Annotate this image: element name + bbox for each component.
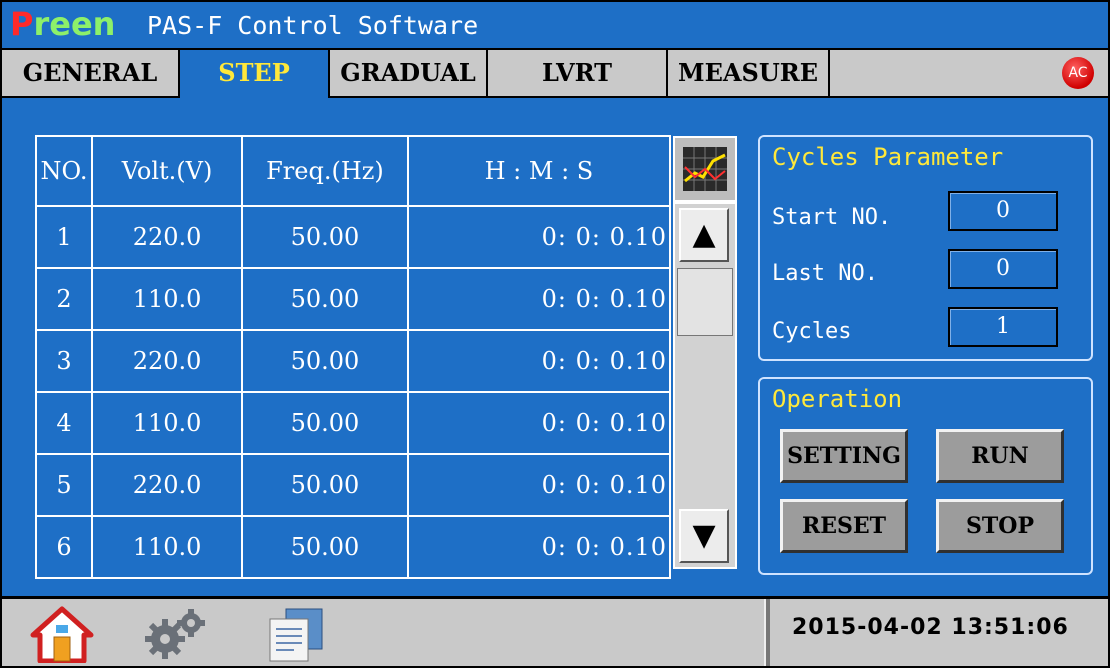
status-divider — [764, 599, 770, 666]
table-row[interactable]: 2 110.0 50.00 0: 0: 0.10 — [35, 267, 672, 331]
scrollbar[interactable]: ▲ ▼ — [673, 202, 737, 569]
step-no: 6 — [35, 515, 93, 579]
tab-measure[interactable]: MEASURE — [668, 50, 830, 96]
operation-panel: Operation SETTING RUN RESET STOP — [758, 377, 1093, 575]
gears-icon[interactable] — [137, 605, 205, 663]
run-button[interactable]: RUN — [936, 429, 1064, 483]
setting-button[interactable]: SETTING — [780, 429, 908, 483]
app-window: Preen PAS-F Control Software GENERAL STE… — [0, 0, 1110, 668]
step-no: 5 — [35, 453, 93, 517]
ac-indicator: AC — [1062, 57, 1094, 89]
frequency-cell[interactable]: 50.00 — [241, 267, 409, 331]
voltage-cell[interactable]: 220.0 — [90, 453, 244, 517]
cycles-field[interactable]: 1 — [948, 307, 1058, 347]
time-cell[interactable]: 0: 0: 0.10 — [406, 391, 672, 455]
home-icon[interactable] — [30, 605, 94, 664]
cycles-label: Cycles — [772, 319, 852, 344]
start-no-label: Start NO. — [772, 205, 892, 230]
table-row[interactable]: 6 110.0 50.00 0: 0: 0.10 — [35, 515, 672, 579]
step-no: 3 — [35, 329, 93, 393]
step-no: 4 — [35, 391, 93, 455]
tab-step[interactable]: STEP — [180, 50, 330, 98]
cycles-parameter-panel: Cycles Parameter Start NO. 0 Last NO. 0 … — [758, 135, 1093, 361]
table-row[interactable]: 5 220.0 50.00 0: 0: 0.10 — [35, 453, 672, 517]
time-cell[interactable]: 0: 0: 0.10 — [406, 329, 672, 393]
tab-general[interactable]: GENERAL — [2, 50, 180, 96]
frequency-cell[interactable]: 50.00 — [241, 329, 409, 393]
voltage-cell[interactable]: 220.0 — [90, 329, 244, 393]
last-no-field[interactable]: 0 — [948, 249, 1058, 289]
voltage-cell[interactable]: 220.0 — [90, 205, 244, 269]
frequency-cell[interactable]: 50.00 — [241, 515, 409, 579]
panel-title: Operation — [772, 385, 903, 413]
frequency-cell[interactable]: 50.00 — [241, 391, 409, 455]
down-arrow-icon: ▼ — [692, 518, 716, 553]
voltage-cell[interactable]: 110.0 — [90, 391, 244, 455]
column-header: Volt.(V) — [90, 135, 244, 207]
last-no-label: Last NO. — [772, 261, 878, 286]
chart-icon — [683, 147, 727, 191]
tab-lvrt[interactable]: LVRT — [488, 50, 668, 96]
tab-bar: GENERAL STEP GRADUAL LVRT MEASURE AC — [2, 48, 1108, 98]
time-cell[interactable]: 0: 0: 0.10 — [406, 515, 672, 579]
panel-title: Cycles Parameter — [772, 143, 1004, 171]
scroll-down-button[interactable]: ▼ — [679, 509, 729, 563]
time-cell[interactable]: 0: 0: 0.10 — [406, 205, 672, 269]
title-bar: Preen PAS-F Control Software — [2, 2, 1108, 48]
files-icon[interactable] — [264, 605, 328, 663]
step-no: 2 — [35, 267, 93, 331]
frequency-cell[interactable]: 50.00 — [241, 453, 409, 517]
datetime-display: 2015-04-02 13:51:06 — [792, 615, 1069, 640]
column-header: H : M : S — [406, 135, 672, 207]
app-title: PAS-F Control Software — [147, 11, 479, 40]
table-row[interactable]: 1 220.0 50.00 0: 0: 0.10 — [35, 205, 672, 269]
reset-button[interactable]: RESET — [780, 499, 908, 553]
stop-button[interactable]: STOP — [936, 499, 1064, 553]
table-header-row: NO. Volt.(V) Freq.(Hz) H : M : S — [35, 135, 672, 207]
up-arrow-icon: ▲ — [692, 217, 716, 252]
scroll-up-button[interactable]: ▲ — [679, 208, 729, 262]
scrollbar-thumb[interactable] — [677, 268, 733, 336]
status-bar: 2015-04-02 13:51:06 — [2, 596, 1108, 666]
column-header: Freq.(Hz) — [241, 135, 409, 207]
step-table: NO. Volt.(V) Freq.(Hz) H : M : S 1 220.0… — [35, 135, 672, 579]
frequency-cell[interactable]: 50.00 — [241, 205, 409, 269]
start-no-field[interactable]: 0 — [948, 191, 1058, 231]
voltage-cell[interactable]: 110.0 — [90, 515, 244, 579]
time-cell[interactable]: 0: 0: 0.10 — [406, 267, 672, 331]
voltage-cell[interactable]: 110.0 — [90, 267, 244, 331]
step-no: 1 — [35, 205, 93, 269]
chart-button[interactable] — [673, 136, 737, 202]
column-header: NO. — [35, 135, 93, 207]
brand-logo: Preen — [10, 5, 116, 43]
tab-gradual[interactable]: GRADUAL — [330, 50, 488, 96]
table-row[interactable]: 4 110.0 50.00 0: 0: 0.10 — [35, 391, 672, 455]
table-row[interactable]: 3 220.0 50.00 0: 0: 0.10 — [35, 329, 672, 393]
time-cell[interactable]: 0: 0: 0.10 — [406, 453, 672, 517]
